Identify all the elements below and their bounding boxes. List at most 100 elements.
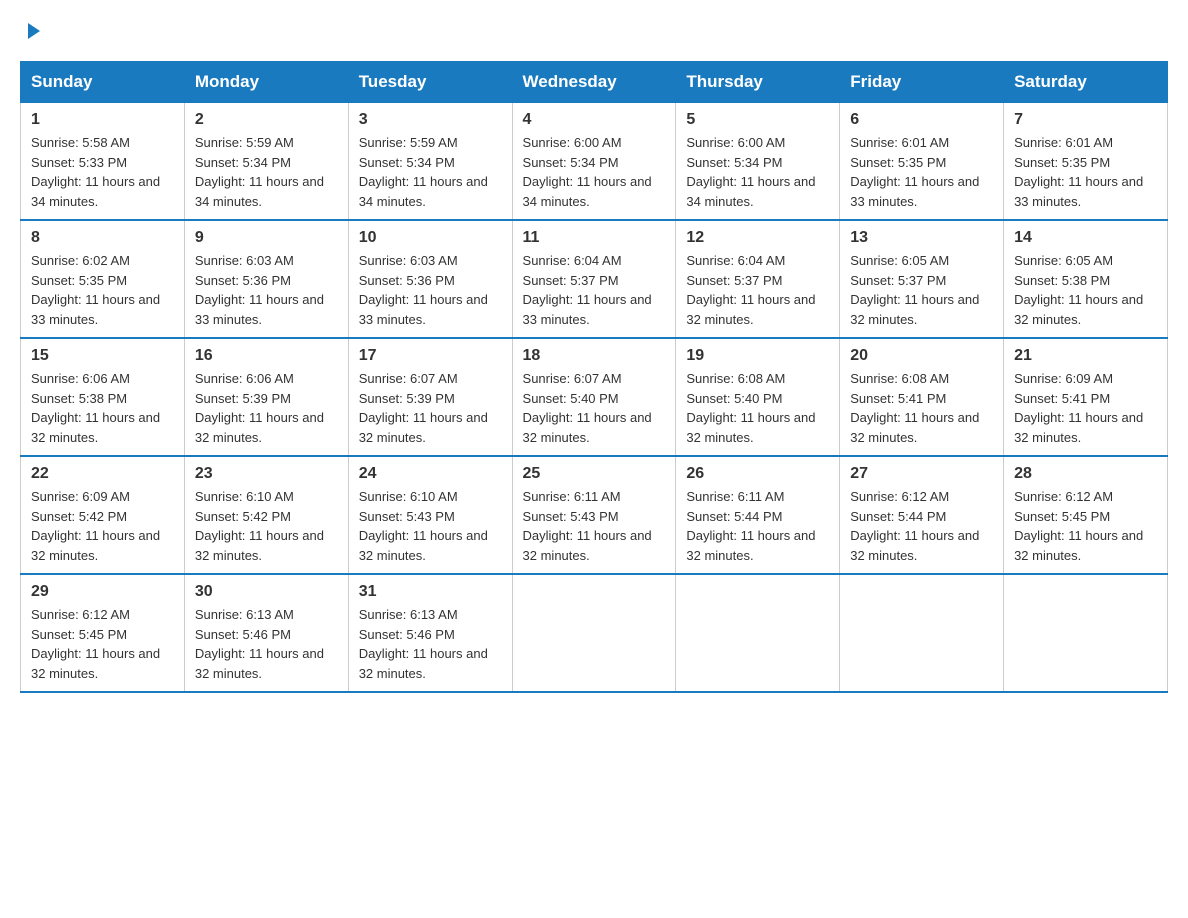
calendar-day-cell	[1004, 574, 1168, 692]
calendar-week-row: 1 Sunrise: 5:58 AMSunset: 5:33 PMDayligh…	[21, 103, 1168, 221]
calendar-day-cell	[676, 574, 840, 692]
day-number: 16	[195, 347, 338, 365]
header-saturday: Saturday	[1004, 62, 1168, 103]
calendar-day-cell: 12 Sunrise: 6:04 AMSunset: 5:37 PMDaylig…	[676, 220, 840, 338]
day-number: 10	[359, 229, 502, 247]
day-info: Sunrise: 6:03 AMSunset: 5:36 PMDaylight:…	[195, 251, 338, 329]
calendar-day-cell: 20 Sunrise: 6:08 AMSunset: 5:41 PMDaylig…	[840, 338, 1004, 456]
day-number: 24	[359, 465, 502, 483]
calendar-day-cell: 17 Sunrise: 6:07 AMSunset: 5:39 PMDaylig…	[348, 338, 512, 456]
day-info: Sunrise: 6:04 AMSunset: 5:37 PMDaylight:…	[686, 251, 829, 329]
day-info: Sunrise: 6:06 AMSunset: 5:38 PMDaylight:…	[31, 369, 174, 447]
day-number: 23	[195, 465, 338, 483]
calendar-week-row: 15 Sunrise: 6:06 AMSunset: 5:38 PMDaylig…	[21, 338, 1168, 456]
day-info: Sunrise: 6:13 AMSunset: 5:46 PMDaylight:…	[359, 605, 502, 683]
calendar-day-cell: 22 Sunrise: 6:09 AMSunset: 5:42 PMDaylig…	[21, 456, 185, 574]
calendar-day-cell: 19 Sunrise: 6:08 AMSunset: 5:40 PMDaylig…	[676, 338, 840, 456]
header-sunday: Sunday	[21, 62, 185, 103]
day-info: Sunrise: 6:12 AMSunset: 5:44 PMDaylight:…	[850, 487, 993, 565]
calendar-day-cell: 1 Sunrise: 5:58 AMSunset: 5:33 PMDayligh…	[21, 103, 185, 221]
day-info: Sunrise: 6:07 AMSunset: 5:40 PMDaylight:…	[523, 369, 666, 447]
calendar-day-cell: 25 Sunrise: 6:11 AMSunset: 5:43 PMDaylig…	[512, 456, 676, 574]
calendar-day-cell: 30 Sunrise: 6:13 AMSunset: 5:46 PMDaylig…	[184, 574, 348, 692]
logo-arrow-icon	[22, 20, 44, 47]
logo	[20, 20, 44, 43]
calendar-day-cell: 24 Sunrise: 6:10 AMSunset: 5:43 PMDaylig…	[348, 456, 512, 574]
calendar-week-row: 8 Sunrise: 6:02 AMSunset: 5:35 PMDayligh…	[21, 220, 1168, 338]
calendar-day-cell: 28 Sunrise: 6:12 AMSunset: 5:45 PMDaylig…	[1004, 456, 1168, 574]
calendar-day-cell: 16 Sunrise: 6:06 AMSunset: 5:39 PMDaylig…	[184, 338, 348, 456]
day-number: 13	[850, 229, 993, 247]
day-number: 31	[359, 583, 502, 601]
day-number: 19	[686, 347, 829, 365]
calendar-day-cell: 2 Sunrise: 5:59 AMSunset: 5:34 PMDayligh…	[184, 103, 348, 221]
header-thursday: Thursday	[676, 62, 840, 103]
calendar-day-cell: 9 Sunrise: 6:03 AMSunset: 5:36 PMDayligh…	[184, 220, 348, 338]
day-number: 2	[195, 111, 338, 129]
calendar-day-cell	[840, 574, 1004, 692]
calendar-day-cell: 26 Sunrise: 6:11 AMSunset: 5:44 PMDaylig…	[676, 456, 840, 574]
day-number: 14	[1014, 229, 1157, 247]
day-number: 17	[359, 347, 502, 365]
day-info: Sunrise: 6:06 AMSunset: 5:39 PMDaylight:…	[195, 369, 338, 447]
day-info: Sunrise: 6:05 AMSunset: 5:38 PMDaylight:…	[1014, 251, 1157, 329]
calendar-week-row: 22 Sunrise: 6:09 AMSunset: 5:42 PMDaylig…	[21, 456, 1168, 574]
calendar-day-cell: 31 Sunrise: 6:13 AMSunset: 5:46 PMDaylig…	[348, 574, 512, 692]
calendar-day-cell: 18 Sunrise: 6:07 AMSunset: 5:40 PMDaylig…	[512, 338, 676, 456]
day-info: Sunrise: 6:01 AMSunset: 5:35 PMDaylight:…	[1014, 133, 1157, 211]
day-info: Sunrise: 6:13 AMSunset: 5:46 PMDaylight:…	[195, 605, 338, 683]
header-wednesday: Wednesday	[512, 62, 676, 103]
calendar-week-row: 29 Sunrise: 6:12 AMSunset: 5:45 PMDaylig…	[21, 574, 1168, 692]
calendar-day-cell: 15 Sunrise: 6:06 AMSunset: 5:38 PMDaylig…	[21, 338, 185, 456]
day-number: 29	[31, 583, 174, 601]
day-number: 18	[523, 347, 666, 365]
day-number: 21	[1014, 347, 1157, 365]
header-friday: Friday	[840, 62, 1004, 103]
day-info: Sunrise: 6:05 AMSunset: 5:37 PMDaylight:…	[850, 251, 993, 329]
day-info: Sunrise: 6:00 AMSunset: 5:34 PMDaylight:…	[523, 133, 666, 211]
day-number: 4	[523, 111, 666, 129]
calendar-day-cell: 5 Sunrise: 6:00 AMSunset: 5:34 PMDayligh…	[676, 103, 840, 221]
header-monday: Monday	[184, 62, 348, 103]
day-number: 26	[686, 465, 829, 483]
calendar-day-cell	[512, 574, 676, 692]
day-info: Sunrise: 6:11 AMSunset: 5:44 PMDaylight:…	[686, 487, 829, 565]
calendar-day-cell: 7 Sunrise: 6:01 AMSunset: 5:35 PMDayligh…	[1004, 103, 1168, 221]
page-header	[20, 20, 1168, 43]
day-number: 8	[31, 229, 174, 247]
calendar-day-cell: 6 Sunrise: 6:01 AMSunset: 5:35 PMDayligh…	[840, 103, 1004, 221]
day-info: Sunrise: 6:09 AMSunset: 5:42 PMDaylight:…	[31, 487, 174, 565]
day-number: 28	[1014, 465, 1157, 483]
day-info: Sunrise: 6:01 AMSunset: 5:35 PMDaylight:…	[850, 133, 993, 211]
day-info: Sunrise: 6:00 AMSunset: 5:34 PMDaylight:…	[686, 133, 829, 211]
calendar-day-cell: 29 Sunrise: 6:12 AMSunset: 5:45 PMDaylig…	[21, 574, 185, 692]
day-info: Sunrise: 6:03 AMSunset: 5:36 PMDaylight:…	[359, 251, 502, 329]
day-number: 9	[195, 229, 338, 247]
day-info: Sunrise: 6:09 AMSunset: 5:41 PMDaylight:…	[1014, 369, 1157, 447]
day-info: Sunrise: 6:12 AMSunset: 5:45 PMDaylight:…	[31, 605, 174, 683]
calendar-day-cell: 14 Sunrise: 6:05 AMSunset: 5:38 PMDaylig…	[1004, 220, 1168, 338]
day-number: 5	[686, 111, 829, 129]
day-number: 15	[31, 347, 174, 365]
day-info: Sunrise: 5:59 AMSunset: 5:34 PMDaylight:…	[359, 133, 502, 211]
day-number: 27	[850, 465, 993, 483]
day-number: 1	[31, 111, 174, 129]
calendar-day-cell: 8 Sunrise: 6:02 AMSunset: 5:35 PMDayligh…	[21, 220, 185, 338]
calendar-day-cell: 3 Sunrise: 5:59 AMSunset: 5:34 PMDayligh…	[348, 103, 512, 221]
header-tuesday: Tuesday	[348, 62, 512, 103]
day-number: 6	[850, 111, 993, 129]
day-number: 30	[195, 583, 338, 601]
day-number: 3	[359, 111, 502, 129]
calendar-table: SundayMondayTuesdayWednesdayThursdayFrid…	[20, 61, 1168, 693]
day-info: Sunrise: 6:10 AMSunset: 5:43 PMDaylight:…	[359, 487, 502, 565]
day-info: Sunrise: 6:02 AMSunset: 5:35 PMDaylight:…	[31, 251, 174, 329]
day-info: Sunrise: 6:08 AMSunset: 5:40 PMDaylight:…	[686, 369, 829, 447]
day-info: Sunrise: 5:58 AMSunset: 5:33 PMDaylight:…	[31, 133, 174, 211]
day-info: Sunrise: 6:08 AMSunset: 5:41 PMDaylight:…	[850, 369, 993, 447]
calendar-day-cell: 10 Sunrise: 6:03 AMSunset: 5:36 PMDaylig…	[348, 220, 512, 338]
calendar-day-cell: 11 Sunrise: 6:04 AMSunset: 5:37 PMDaylig…	[512, 220, 676, 338]
day-info: Sunrise: 6:10 AMSunset: 5:42 PMDaylight:…	[195, 487, 338, 565]
day-number: 22	[31, 465, 174, 483]
day-number: 12	[686, 229, 829, 247]
day-info: Sunrise: 6:11 AMSunset: 5:43 PMDaylight:…	[523, 487, 666, 565]
